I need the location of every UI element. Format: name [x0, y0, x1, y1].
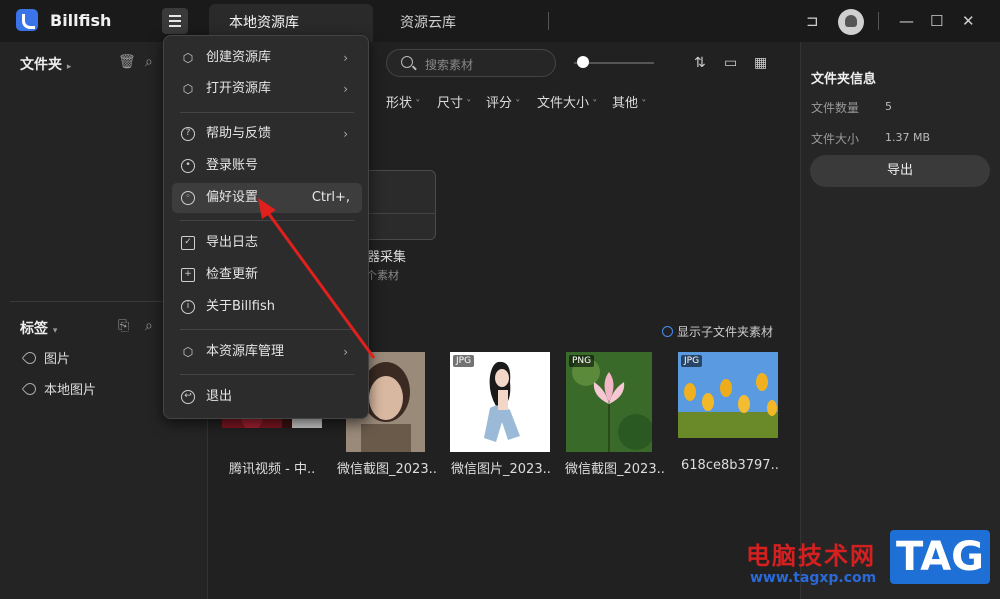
search-icon[interactable]: ⌕ — [145, 54, 153, 70]
grid-icon[interactable]: ▦ — [754, 55, 767, 71]
tag-item-pictures[interactable]: 图片 — [21, 348, 70, 367]
menu-item-create-library[interactable]: ⬡ 创建资源库 › — [172, 43, 362, 73]
show-subfolder-toggle[interactable]: 显示子文件夹素材 — [662, 323, 773, 340]
tag-search-icon[interactable]: ⌕ — [145, 318, 153, 334]
info-icon: i — [181, 300, 195, 314]
search-icon — [401, 56, 413, 68]
sidebar-toggle-icon[interactable]: ⊐ — [806, 12, 819, 30]
title-bar: Billfish 本地资源库 资源云库 ⊐ — ☐ ✕ — [0, 0, 1000, 42]
app-name: Billfish — [50, 11, 112, 30]
thumbnail-illustration[interactable]: JPG — [450, 352, 550, 452]
menu-item-library-manage[interactable]: ⬡ 本资源库管理 › — [172, 337, 362, 367]
thumbnail-illustration-image — [450, 352, 550, 452]
help-icon: ? — [181, 127, 195, 141]
search-input[interactable]: 搜索素材 — [386, 49, 556, 77]
menu-divider — [180, 220, 354, 221]
watermark: 电脑技术网 www.tagxp.com TAG — [742, 528, 1000, 599]
thumbnail-tulips[interactable]: JPG — [678, 352, 778, 438]
filter-size[interactable]: 尺寸 — [437, 92, 471, 111]
chevron-right-icon: › — [343, 127, 348, 141]
filter-other[interactable]: 其他 — [612, 92, 646, 111]
folders-heading[interactable]: 文件夹 ▸ — [20, 54, 71, 74]
sort-icon[interactable]: ⇅ — [694, 55, 706, 71]
billfish-logo-icon — [16, 9, 38, 31]
gear-icon: ◦ — [181, 191, 195, 205]
file-count-value: 5 — [885, 100, 892, 113]
slider-handle[interactable] — [577, 56, 589, 68]
thumbnail-label: 微信截图_2023.. — [565, 462, 665, 477]
tag-icon — [21, 349, 39, 367]
check-icon — [662, 326, 673, 337]
update-icon: + — [181, 268, 195, 282]
bookmark-icon[interactable]: ⎘ — [118, 318, 129, 334]
thumbnail-label: 618ce8b3797.. — [681, 458, 779, 473]
watermark-url: www.tagxp.com — [750, 570, 877, 586]
file-size-label: 文件大小 — [811, 132, 860, 146]
file-count-label: 文件数量 — [811, 101, 860, 115]
chevron-right-icon: › — [343, 82, 348, 96]
avatar[interactable] — [838, 9, 864, 35]
thumbnail-lotus[interactable]: PNG — [566, 352, 652, 452]
file-type-badge: JPG — [681, 355, 703, 367]
menu-divider — [180, 329, 354, 330]
filter-rating[interactable]: 评分 — [486, 92, 520, 111]
chevron-right-icon: › — [343, 345, 348, 359]
tag-icon — [21, 380, 39, 398]
folder-info-panel: 文件夹信息 文件数量 5 文件大小 1.37 MB 导出 — [800, 42, 1000, 599]
menu-divider — [180, 374, 354, 375]
menu-divider — [180, 112, 354, 113]
tags-heading[interactable]: 标签 ▾ — [20, 318, 57, 338]
minimize-icon[interactable]: — — [899, 12, 914, 30]
folder-count: 个素材 — [366, 269, 399, 282]
divider — [878, 12, 879, 30]
menu-item-help-feedback[interactable]: ? 帮助与反馈 › — [172, 119, 362, 149]
thumbnail-label: 腾讯视频 - 中.. — [229, 462, 316, 477]
filter-shape[interactable]: 形状 — [386, 92, 420, 111]
menu-item-login[interactable]: • 登录账号 — [172, 151, 362, 181]
watermark-tag-logo: TAG — [890, 530, 990, 584]
panel-title: 文件夹信息 — [811, 72, 877, 87]
cube-icon: ⬡ — [182, 82, 194, 96]
file-size-value: 1.37 MB — [885, 131, 931, 144]
calendar-icon: ✓ — [181, 236, 195, 250]
monitor-icon[interactable]: ▭ — [724, 55, 737, 71]
close-icon[interactable]: ✕ — [962, 12, 975, 30]
tab-cloud-library[interactable]: 资源云库 — [380, 4, 540, 42]
thumbnail-label: 微信截图_2023.. — [337, 462, 437, 477]
menu-item-open-library[interactable]: ⬡ 打开资源库 › — [172, 74, 362, 104]
cube-icon: ⬡ — [182, 345, 194, 359]
main-menu-dropdown: ⬡ 创建资源库 › ⬡ 打开资源库 › ? 帮助与反馈 › • 登录账号 ◦ 偏… — [163, 35, 369, 419]
menu-item-about[interactable]: i 关于Billfish — [172, 292, 362, 322]
user-icon: • — [181, 159, 195, 173]
chevron-right-icon: › — [343, 51, 348, 65]
menu-item-check-update[interactable]: + 检查更新 — [172, 260, 362, 290]
main-menu-button[interactable] — [162, 8, 188, 34]
export-button[interactable]: 导出 — [810, 155, 990, 187]
menu-item-export-log[interactable]: ✓ 导出日志 — [172, 228, 362, 258]
logout-icon: ↩ — [181, 390, 195, 404]
file-type-badge: PNG — [569, 355, 595, 367]
maximize-icon[interactable]: ☐ — [930, 12, 943, 30]
menu-item-preferences[interactable]: ◦ 偏好设置 Ctrl+, — [172, 183, 362, 213]
shortcut-label: Ctrl+, — [311, 190, 350, 205]
trash-icon[interactable]: 🗑 — [118, 54, 136, 70]
thumbnail-lotus-image — [566, 352, 652, 452]
filter-file-size[interactable]: 文件大小 — [537, 92, 597, 111]
tab-separator — [548, 12, 549, 30]
search-placeholder: 搜索素材 — [425, 58, 474, 72]
menu-item-quit[interactable]: ↩ 退出 — [172, 382, 362, 412]
file-type-badge: JPG — [453, 355, 475, 367]
watermark-text: 电脑技术网 — [746, 542, 876, 570]
tag-item-local-pictures[interactable]: 本地图片 — [21, 379, 96, 398]
thumbnail-label: 微信图片_2023.. — [451, 462, 551, 477]
cube-icon: ⬡ — [182, 51, 194, 65]
